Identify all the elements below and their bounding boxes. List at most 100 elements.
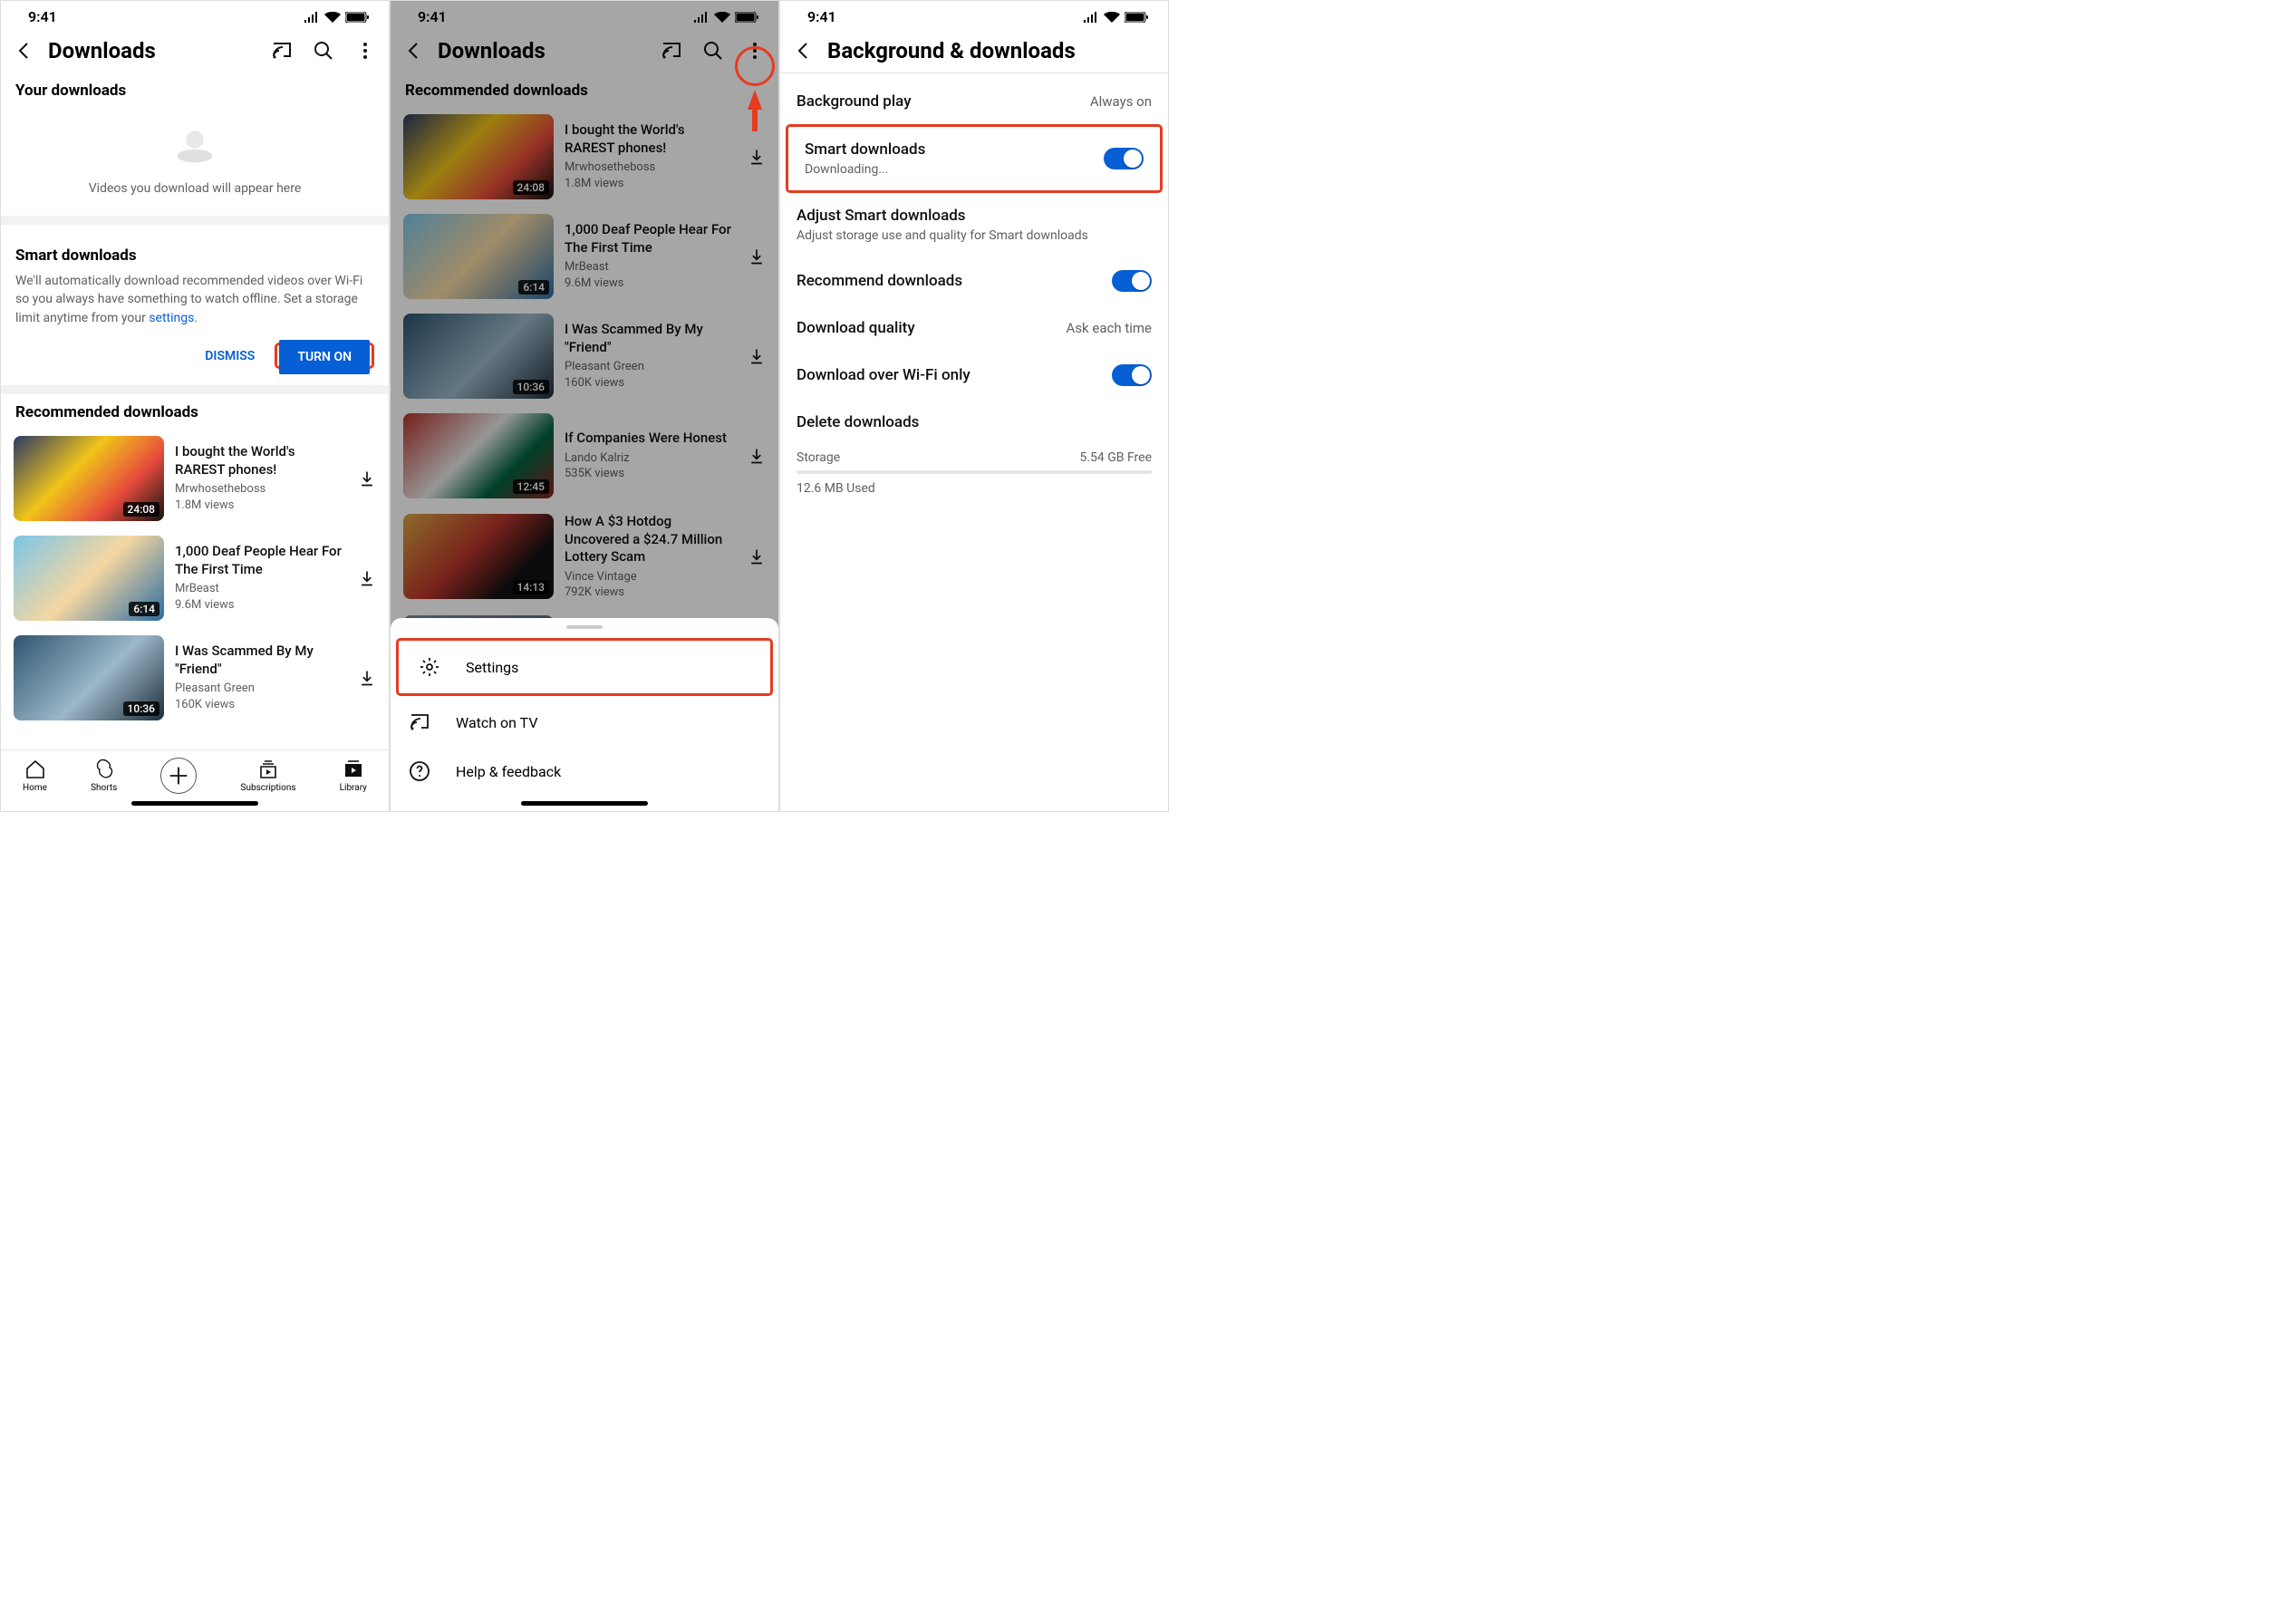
- highlight-annotation: TURN ON: [275, 343, 374, 369]
- video-row[interactable]: 24:08I bought the World's RAREST phones!…: [391, 107, 778, 207]
- row-background-play[interactable]: Background play Always on: [780, 79, 1168, 124]
- nav-home[interactable]: Home: [23, 759, 47, 793]
- download-icon: [748, 547, 766, 566]
- statusbar: 9:41: [780, 1, 1168, 29]
- header: Downloads: [391, 29, 778, 72]
- cast-icon: [271, 40, 293, 62]
- video-row[interactable]: 24:08I bought the World's RAREST phones!…: [1, 429, 389, 528]
- video-thumbnail[interactable]: 12:45: [403, 413, 554, 498]
- toggle-wifi-only[interactable]: [1112, 364, 1152, 386]
- row-adjust-smart[interactable]: Adjust Smart downloads Adjust storage us…: [780, 193, 1168, 256]
- storage-bar: [797, 470, 1152, 474]
- page-title: Background & downloads: [827, 38, 1155, 63]
- video-views: 160K views: [175, 697, 347, 713]
- video-duration: 6:14: [518, 280, 549, 295]
- menu-help-feedback[interactable]: Help & feedback: [391, 747, 778, 796]
- video-channel: MrBeast: [565, 259, 737, 276]
- video-thumbnail[interactable]: 10:36: [403, 314, 554, 399]
- row-wifi-only[interactable]: Download over Wi-Fi only: [780, 351, 1168, 400]
- video-views: 9.6M views: [175, 597, 347, 614]
- panel-downloads-main: 9:41 Downloads Your downloads Videos you…: [0, 0, 390, 812]
- menu-watch-on-tv[interactable]: Watch on TV: [391, 698, 778, 747]
- download-button[interactable]: [748, 347, 766, 365]
- storage-label: Storage: [797, 450, 840, 465]
- video-row[interactable]: 6:141,000 Deaf People Hear For The First…: [1, 528, 389, 628]
- video-title: I Was Scammed By My "Friend": [565, 321, 737, 356]
- wifi-icon: [324, 12, 341, 23]
- download-icon: [748, 447, 766, 465]
- row-download-quality[interactable]: Download quality Ask each time: [780, 305, 1168, 351]
- cast-button[interactable]: [661, 40, 682, 62]
- menu-label: Settings: [466, 659, 518, 676]
- nav-subscriptions[interactable]: Subscriptions: [241, 759, 296, 793]
- smart-downloads-title: Smart downloads: [15, 237, 374, 272]
- download-button[interactable]: [748, 547, 766, 566]
- wifi-icon: [1104, 12, 1120, 23]
- gear-icon: [419, 656, 440, 678]
- video-channel: Pleasant Green: [175, 681, 347, 697]
- row-title: Download quality: [797, 319, 915, 337]
- search-button[interactable]: [702, 40, 724, 62]
- download-button[interactable]: [358, 669, 376, 687]
- video-views: 792K views: [565, 585, 737, 601]
- video-title: 1,000 Deaf People Hear For The First Tim…: [565, 221, 737, 256]
- settings-link[interactable]: settings: [149, 311, 194, 325]
- toggle-smart-downloads[interactable]: [1104, 148, 1144, 169]
- statusbar: 9:41: [1, 1, 389, 29]
- signal-icon: [693, 12, 710, 23]
- home-indicator: [521, 801, 648, 806]
- wifi-icon: [714, 12, 730, 23]
- row-title: Adjust Smart downloads: [797, 207, 966, 225]
- download-icon: [748, 347, 766, 365]
- row-delete-downloads[interactable]: Delete downloads: [780, 400, 1168, 445]
- nav-library[interactable]: Library: [340, 759, 367, 793]
- video-views: 1.8M views: [565, 176, 737, 192]
- video-channel: Mrwhosetheboss: [565, 160, 737, 176]
- video-thumbnail[interactable]: 6:14: [14, 536, 164, 621]
- video-thumbnail[interactable]: 24:08: [14, 436, 164, 521]
- video-row[interactable]: 6:14 1,000 Deaf People Hear For The First…: [391, 207, 778, 306]
- download-icon: [748, 247, 766, 266]
- video-thumbnail[interactable]: 24:08: [403, 114, 554, 199]
- video-channel: Vince Vintage: [565, 569, 737, 585]
- nav-create[interactable]: [160, 758, 197, 794]
- home-indicator: [131, 801, 258, 806]
- more-button[interactable]: [744, 40, 766, 62]
- row-smart-downloads[interactable]: Smart downloads Downloading...: [788, 127, 1160, 190]
- sheet-handle[interactable]: [566, 625, 603, 629]
- more-button[interactable]: [354, 40, 376, 62]
- video-row[interactable]: 10:36 I Was Scammed By My "Friend"Pleasan…: [1, 628, 389, 728]
- turn-on-button[interactable]: TURN ON: [279, 340, 370, 374]
- shorts-icon: [93, 759, 115, 780]
- download-button[interactable]: [748, 247, 766, 266]
- back-button[interactable]: [793, 40, 815, 62]
- back-button[interactable]: [14, 40, 35, 62]
- video-row[interactable]: 14:13How A $3 Hotdog Uncovered a $24.7 M…: [391, 506, 778, 608]
- storage-free: 5.54 GB Free: [1079, 450, 1152, 465]
- video-metadata: I Was Scammed By My "Friend"Pleasant Gre…: [175, 643, 347, 712]
- dismiss-button[interactable]: DISMISS: [192, 340, 267, 372]
- back-button[interactable]: [403, 40, 425, 62]
- toggle-recommend-downloads[interactable]: [1112, 270, 1152, 292]
- status-icons: [693, 12, 758, 23]
- cast-button[interactable]: [271, 40, 293, 62]
- download-button[interactable]: [358, 469, 376, 488]
- battery-icon: [1125, 12, 1148, 23]
- search-button[interactable]: [313, 40, 334, 62]
- nav-shorts[interactable]: Shorts: [91, 759, 117, 793]
- video-row[interactable]: 12:45If Companies Were HonestLando Kalri…: [391, 406, 778, 506]
- video-row[interactable]: 10:36I Was Scammed By My "Friend"Pleasan…: [391, 306, 778, 406]
- video-duration: 6:14: [129, 602, 159, 616]
- download-button[interactable]: [748, 148, 766, 166]
- menu-settings[interactable]: Settings: [401, 643, 768, 691]
- video-thumbnail[interactable]: 14:13: [403, 514, 554, 599]
- video-thumbnail[interactable]: 6:14: [403, 214, 554, 299]
- row-title: Download over Wi-Fi only: [797, 366, 970, 384]
- video-thumbnail[interactable]: 10:36: [14, 635, 164, 720]
- download-button[interactable]: [748, 447, 766, 465]
- row-recommend-downloads[interactable]: Recommend downloads: [780, 256, 1168, 305]
- download-button[interactable]: [358, 569, 376, 587]
- search-icon: [313, 40, 334, 62]
- row-title: Background play: [797, 92, 912, 111]
- video-duration: 10:36: [123, 701, 159, 716]
